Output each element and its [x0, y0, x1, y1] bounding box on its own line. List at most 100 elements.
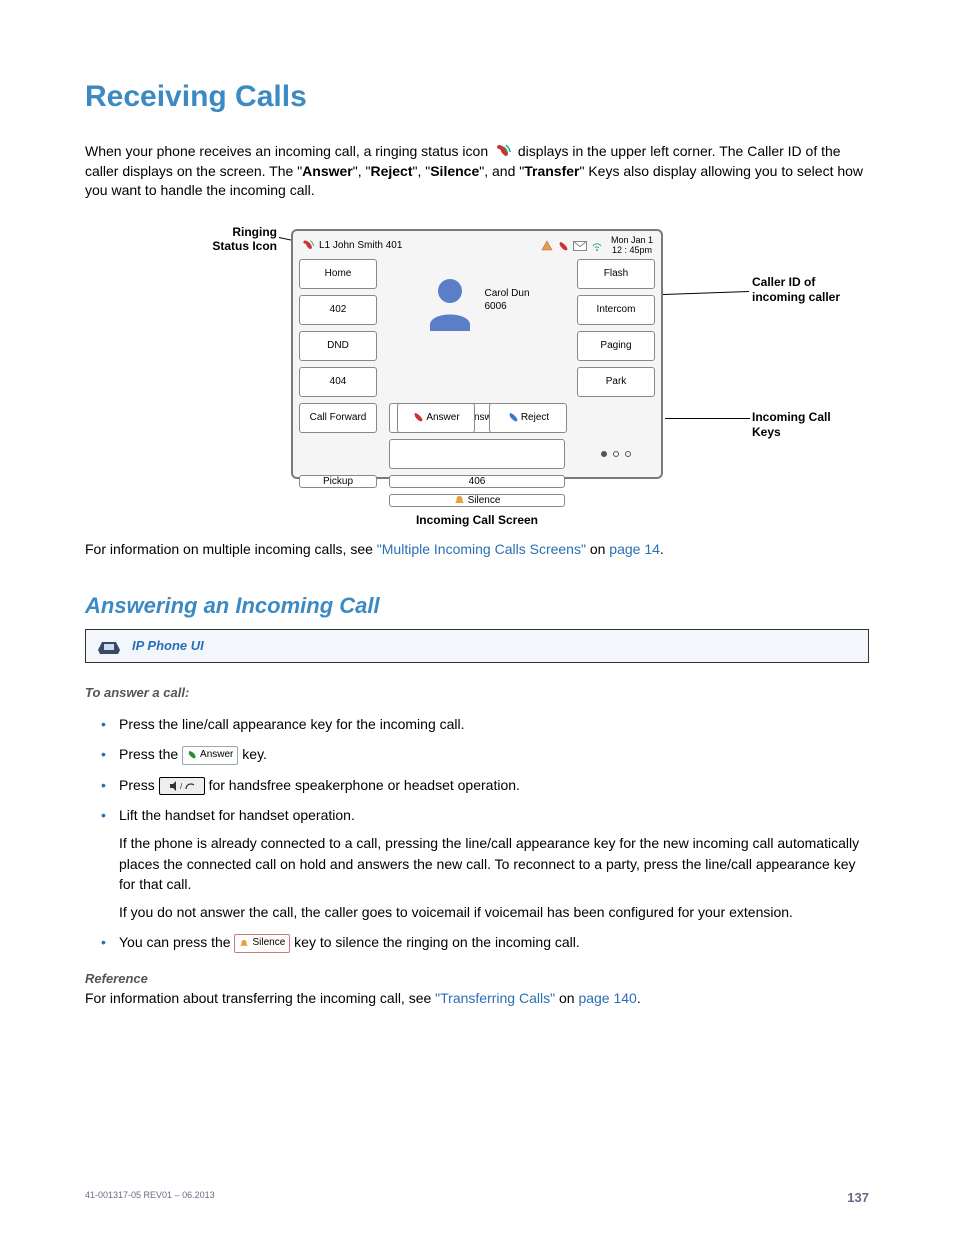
softkey-park[interactable]: Park	[577, 367, 655, 397]
list-item: Press the Answer key.	[119, 744, 869, 765]
figure-caption: Incoming Call Screen	[85, 513, 869, 527]
intro-text: ", "	[413, 163, 431, 179]
phone-icon	[96, 636, 122, 656]
callout-text: Keys	[752, 425, 781, 439]
ref-text: on	[555, 990, 578, 1006]
list-item: Press / for handsfree speakerphone or he…	[119, 775, 869, 795]
key-silence: Silence	[430, 163, 479, 179]
intro-text: When your phone receives an incoming cal…	[85, 143, 492, 159]
ref-text: For information about transferring the i…	[85, 990, 435, 1006]
ref-text: .	[637, 990, 641, 1006]
softkey-label: Silence	[468, 495, 501, 506]
badge-label: Silence	[252, 936, 285, 951]
avatar-icon	[424, 275, 476, 327]
time-text: 12 : 45pm	[611, 246, 653, 255]
silence-key-badge: Silence	[234, 934, 290, 953]
callout-text: Status Icon	[212, 239, 277, 253]
callout-text: Ringing	[232, 225, 277, 239]
handset-icon	[557, 240, 569, 252]
softkey-404[interactable]: 404	[299, 367, 377, 397]
svg-text:/: /	[180, 782, 183, 791]
list-item: Lift the handset for handset operation. …	[119, 805, 869, 922]
warning-icon	[541, 240, 553, 252]
subheading-answering: Answering an Incoming Call	[85, 593, 869, 619]
link-multiple-incoming[interactable]: "Multiple Incoming Calls Screens"	[377, 541, 586, 557]
phone-screen: L1 John Smith 401 Mon Jan 1 12 : 45pm Ho…	[291, 229, 663, 479]
procedure-title: To answer a call:	[85, 685, 869, 700]
note-text: If you do not answer the call, the calle…	[119, 902, 869, 922]
page-indicator	[577, 439, 655, 469]
callout-ringing-status: Ringing Status Icon	[167, 225, 277, 254]
intro-text: ", "	[353, 163, 371, 179]
step-text: Press the	[119, 746, 182, 762]
dot-icon	[625, 451, 631, 457]
line-label: L1 John Smith 401	[319, 240, 402, 251]
softkey-label: Answer	[426, 412, 459, 423]
dot-icon	[601, 451, 607, 457]
softkey-dnd[interactable]: DND	[299, 331, 377, 361]
callout-caller-id: Caller ID of incoming caller	[752, 275, 867, 305]
callout-incoming-keys: Incoming Call Keys	[752, 410, 867, 440]
xref-text: on	[586, 541, 609, 557]
doc-id: 41-001317-05 REV01 – 06.2013	[85, 1190, 215, 1205]
softkey-home[interactable]: Home	[299, 259, 377, 289]
softkey-answer[interactable]: Answer	[397, 403, 475, 433]
speaker-key-badge: /	[159, 777, 205, 795]
link-page-14[interactable]: page 14	[609, 541, 660, 557]
list-item: Press the line/call appearance key for t…	[119, 714, 869, 734]
xref-multiple-calls: For information on multiple incoming cal…	[85, 541, 869, 557]
caller-number: 6006	[484, 300, 529, 314]
intro-text: ", and "	[479, 163, 524, 179]
voicemail-icon	[573, 241, 587, 251]
page-footer: 41-001317-05 REV01 – 06.2013 137	[85, 1190, 869, 1205]
softkey-silence[interactable]: Silence	[389, 494, 565, 507]
softkey-paging[interactable]: Paging	[577, 331, 655, 361]
step-text: key.	[242, 746, 267, 762]
softkey-402[interactable]: 402	[299, 295, 377, 325]
caller-panel: Carol Dun 6006	[389, 259, 565, 397]
key-transfer: Transfer	[524, 163, 579, 179]
list-item: You can press the Silence key to silence…	[119, 932, 869, 953]
step-text: key to silence the ringing on the incomi…	[294, 934, 580, 950]
step-list: Press the line/call appearance key for t…	[85, 714, 869, 953]
step-text: You can press the	[119, 934, 234, 950]
ip-phone-ui-box: IP Phone UI	[85, 629, 869, 663]
answer-key-badge: Answer	[182, 746, 238, 765]
ringing-status-icon	[301, 239, 315, 253]
ui-label: IP Phone UI	[132, 638, 204, 653]
xref-text: .	[660, 541, 664, 557]
note-text: If the phone is already connected to a c…	[119, 833, 869, 894]
caller-name: Carol Dun	[484, 287, 529, 301]
badge-label: Answer	[200, 748, 233, 763]
softkey-flash[interactable]: Flash	[577, 259, 655, 289]
xref-text: For information on multiple incoming cal…	[85, 541, 377, 557]
intro-paragraph: When your phone receives an incoming cal…	[85, 142, 869, 201]
link-page-140[interactable]: page 140	[578, 990, 636, 1006]
callout-text: Incoming Call	[752, 410, 831, 424]
dot-icon	[613, 451, 619, 457]
step-text: Lift the handset for handset operation.	[119, 807, 355, 823]
screen-header: L1 John Smith 401 Mon Jan 1 12 : 45pm	[299, 237, 655, 259]
step-text: for handsfree speakerphone or headset op…	[209, 777, 520, 793]
page-number: 137	[847, 1190, 869, 1205]
ringing-status-icon	[494, 143, 512, 161]
reference-heading: Reference	[85, 971, 869, 986]
figure-incoming-call: Ringing Status Icon Caller ID of incomin…	[87, 225, 867, 505]
softkey-label: Reject	[521, 412, 549, 423]
signal-icon	[591, 240, 603, 252]
link-transferring-calls[interactable]: "Transferring Calls"	[435, 990, 555, 1006]
callout-text: incoming caller	[752, 290, 840, 304]
key-reject: Reject	[370, 163, 412, 179]
datetime: Mon Jan 1 12 : 45pm	[611, 236, 653, 255]
softkey-callforward[interactable]: Call Forward	[299, 403, 377, 433]
softkey-406[interactable]: 406	[389, 475, 565, 488]
softkey-pickup[interactable]: Pickup	[299, 475, 377, 488]
page-title: Receiving Calls	[85, 80, 869, 114]
softkey-reject[interactable]	[389, 439, 565, 469]
softkey-intercom[interactable]: Intercom	[577, 295, 655, 325]
key-answer: Answer	[302, 163, 353, 179]
step-text: Press	[119, 777, 159, 793]
callout-text: Caller ID of	[752, 275, 815, 289]
softkey-reject[interactable]: Reject	[489, 403, 567, 433]
reference-text: For information about transferring the i…	[85, 990, 869, 1006]
